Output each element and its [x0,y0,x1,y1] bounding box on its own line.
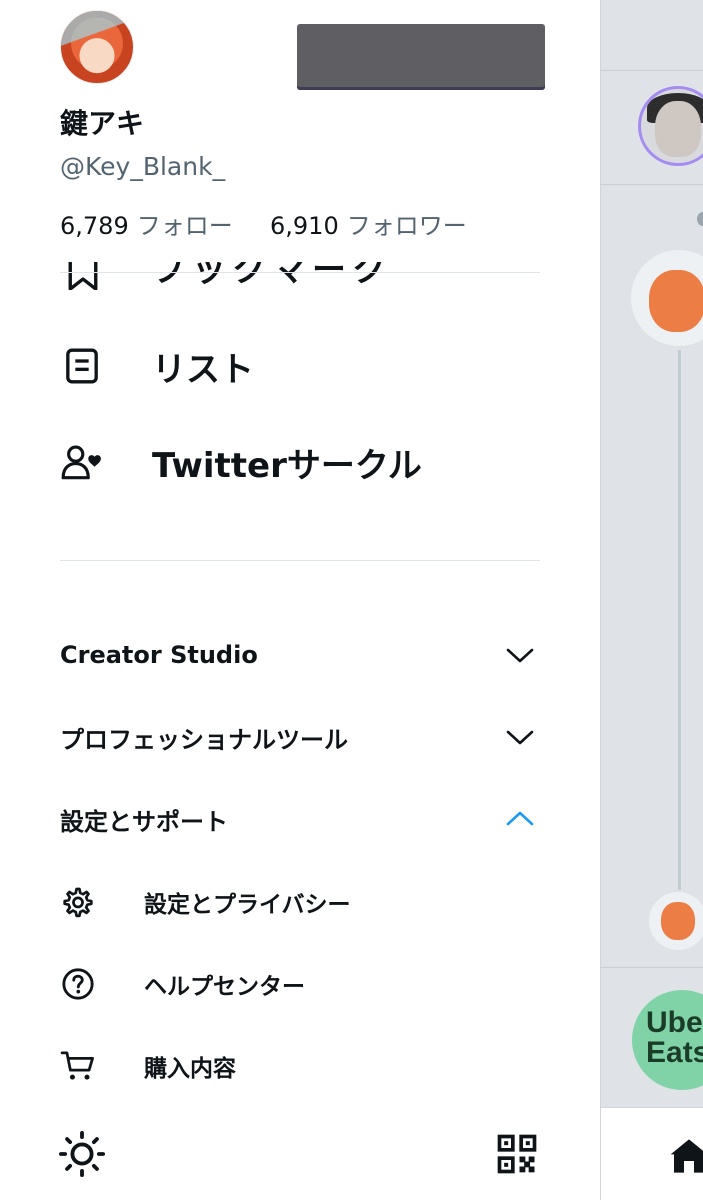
bottom-tab-bar [601,1107,703,1200]
menu-item-label: ヘルプセンター [144,974,305,1000]
thread-line [678,350,681,890]
timeline-divider [601,184,703,185]
section-creator-studio[interactable]: Creator Studio [60,630,540,680]
followers-label: フォロワー [346,212,467,240]
side-drawer: 鍵アキ @Key_Blank_ 6,789 フォロー 6,910 フォロワー ブック… [0,0,600,1200]
gear-icon [60,884,96,920]
section-label: Creator Studio [60,641,258,669]
menu-item-settings-privacy[interactable]: 設定とプライバシー [60,880,351,924]
display-name: 鍵アキ [60,107,145,140]
background-timeline: Uber Eats [600,0,703,1200]
qr-code-icon [497,1134,537,1174]
menu-item-purchases[interactable]: 購入内容 [60,1044,236,1088]
nav-item-label: ブックマーク [152,262,392,290]
person-heart-icon [60,440,104,484]
display-theme-button[interactable] [58,1130,106,1178]
timeline-divider [601,70,703,71]
reply-avatar[interactable] [649,892,703,950]
followers-link[interactable]: 6,910 フォロワー [270,212,467,240]
bookmark-icon [68,262,98,290]
section-label: プロフェッショナルツール [60,725,348,754]
list-icon [60,344,104,388]
section-label: 設定とサポート [60,807,228,836]
following-label: フォロー [136,212,233,240]
menu-item-label: 購入内容 [144,1056,236,1082]
nav-item-label: Twitterサークル [152,445,422,486]
follow-stats: 6,789 フォロー 6,910 フォロワー [60,206,467,241]
shopping-cart-icon [60,1048,96,1084]
nav-item-label: リスト [152,349,254,390]
qr-code-button[interactable] [493,1130,541,1178]
chevron-down-icon [500,635,540,675]
chevron-down-icon [500,717,540,757]
chevron-up-icon [500,799,540,839]
profile-avatar[interactable] [60,10,134,84]
tweet-avatar[interactable] [631,250,703,346]
nav-item-bookmarks[interactable]: ブックマーク [60,262,540,290]
divider [60,560,540,561]
divider [60,272,540,273]
following-count: 6,789 [60,212,129,240]
uber-logo-text: Uber [646,1006,703,1039]
nav-item-twitter-circle[interactable]: Twitterサークル [60,432,422,492]
user-handle: @Key_Blank_ [60,152,226,181]
question-circle-icon [60,966,96,1002]
timeline-divider [601,967,703,968]
followers-count: 6,910 [270,212,339,240]
section-professional-tools[interactable]: プロフェッショナルツール [60,712,540,762]
sun-icon [59,1131,105,1177]
following-link[interactable]: 6,789 フォロー [60,212,240,240]
menu-item-label: 設定とプライバシー [144,892,351,918]
redacted-block [297,24,545,90]
home-icon[interactable] [669,1136,703,1176]
uber-logo-text: Eats [646,1036,703,1069]
fleet-avatar[interactable] [638,86,703,166]
uber-eats-avatar[interactable]: Uber Eats [632,990,703,1090]
nav-item-lists[interactable]: リスト [60,336,254,396]
menu-item-help-center[interactable]: ヘルプセンター [60,962,305,1006]
timeline-dot [697,212,703,226]
section-settings-support[interactable]: 設定とサポート [60,794,540,844]
